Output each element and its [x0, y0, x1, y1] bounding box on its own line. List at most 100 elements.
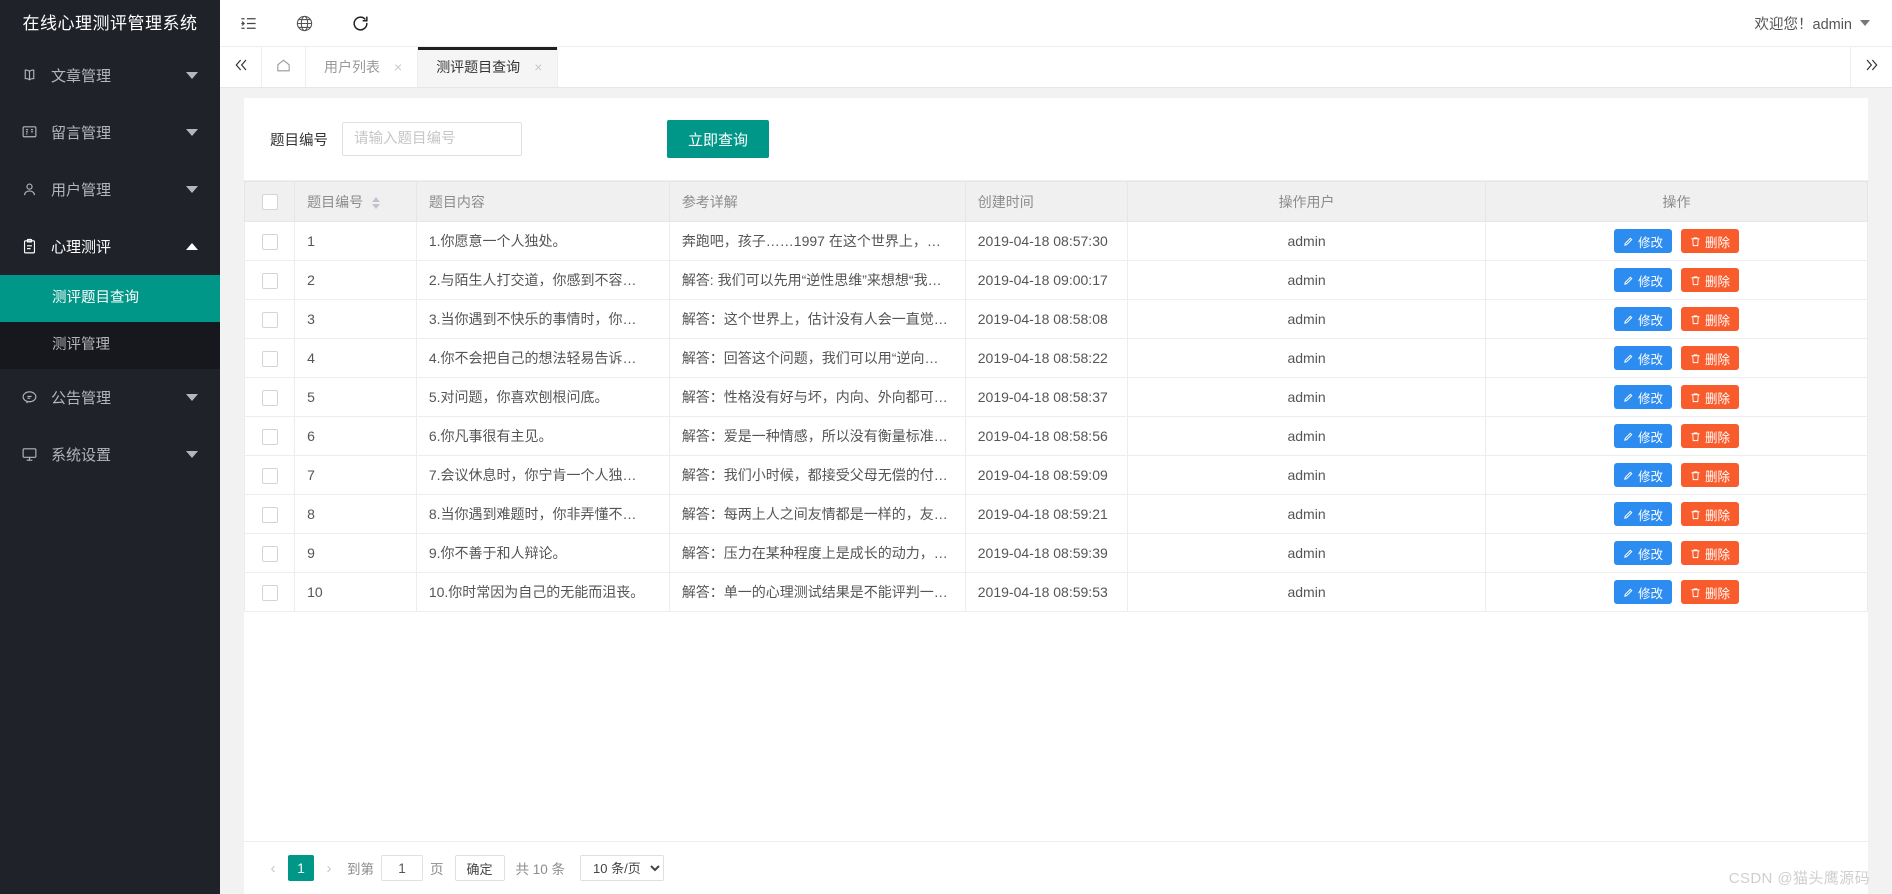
delete-button[interactable]: 删除 — [1681, 229, 1740, 253]
user-greeting: 欢迎您！admin — [1754, 16, 1853, 33]
sidebar-subitem-assessment-manage[interactable]: 测评管理 — [0, 322, 220, 369]
row-checkbox[interactable] — [261, 350, 278, 367]
row-checkbox[interactable] — [261, 272, 278, 289]
table-row[interactable]: 8 8.当你遇到难题时，你非弄懂不… 解答：每两上人之间友情都是一样的，友… 2019… — [244, 494, 1868, 534]
page-size-select[interactable]: 10 条/页20 条/页30 条/页50 条/页 — [580, 855, 665, 881]
tab-label: 测评题目查询 — [436, 59, 521, 75]
table-row[interactable]: 4 4.你不会把自己的想法轻易告诉… 解答：回答这个问题，我们可以用“逆向… 2019… — [244, 338, 1868, 378]
delete-button[interactable]: 删除 — [1681, 307, 1740, 331]
sidebar-item-system-settings[interactable]: 系统设置 — [0, 426, 220, 483]
table-row[interactable]: 9 9.你不善于和人辩论。 解答：压力在某种程度上是成长的动力，… 2019-04-1… — [244, 533, 1868, 573]
column-header-id[interactable]: 题目编号 — [294, 181, 417, 222]
edit-button[interactable]: 修改 — [1614, 268, 1673, 292]
sidebar-item-psych-assessment[interactable]: 心理测评 — [0, 218, 220, 275]
row-checkbox[interactable] — [261, 428, 278, 445]
edit-button[interactable]: 修改 — [1614, 502, 1673, 526]
cell-detail: 解答：每两上人之间友情都是一样的，友… — [669, 494, 966, 534]
table-row[interactable]: 5 5.对问题，你喜欢刨根问底。 解答：性格没有好与坏，内向、外向都可… 2019-0… — [244, 377, 1868, 417]
table-row[interactable]: 7 7.会议休息时，你宁肯一个人独… 解答：我们小时候，都接受父母无偿的付… 2019… — [244, 455, 1868, 495]
cell-operator: admin — [1127, 416, 1487, 456]
refresh-button[interactable] — [332, 0, 388, 47]
delete-button-label: 删除 — [1705, 274, 1731, 289]
cell-content: 5.对问题，你喜欢刨根问底。 — [416, 377, 670, 417]
edit-button[interactable]: 修改 — [1614, 541, 1673, 565]
sidebar-item-articles[interactable]: 文章管理 — [0, 47, 220, 104]
delete-button[interactable]: 删除 — [1681, 346, 1740, 370]
user-menu[interactable]: 欢迎您！admin — [1745, 0, 1892, 47]
close-icon[interactable]: × — [534, 60, 542, 74]
sort-toggle-icon[interactable] — [372, 196, 380, 209]
row-checkbox[interactable] — [261, 389, 278, 406]
cell-operator: admin — [1127, 494, 1487, 534]
cell-id: 5 — [294, 377, 417, 417]
edit-button[interactable]: 修改 — [1614, 307, 1673, 331]
tab-question-query[interactable]: 测评题目查询 × — [418, 47, 559, 87]
select-all-checkbox[interactable] — [261, 194, 278, 211]
sidebar-item-announcements[interactable]: 公告管理 — [0, 369, 220, 426]
sidebar-item-messages[interactable]: 留言管理 — [0, 104, 220, 161]
goto-page-input[interactable] — [381, 855, 423, 881]
pencil-icon — [1623, 470, 1634, 481]
question-id-input[interactable] — [342, 122, 522, 156]
sidebar-subitem-question-query[interactable]: 测评题目查询 — [0, 275, 220, 322]
cell-detail: 解答：回答这个问题，我们可以用“逆向… — [669, 338, 966, 378]
tab-strip: 用户列表 × 测评题目查询 × — [220, 47, 1892, 88]
chevron-down-icon — [186, 72, 198, 79]
edit-button[interactable]: 修改 — [1614, 424, 1673, 448]
chevron-right-icon[interactable]: › — [318, 855, 340, 881]
tabs-scroll-right-button[interactable] — [1850, 47, 1892, 87]
chat-bubble-icon — [18, 387, 40, 409]
edit-button[interactable]: 修改 — [1614, 463, 1673, 487]
delete-button[interactable]: 删除 — [1681, 385, 1740, 409]
delete-button-label: 删除 — [1705, 430, 1731, 445]
sidebar-item-users[interactable]: 用户管理 — [0, 161, 220, 218]
tab-home-button[interactable] — [262, 47, 306, 87]
goto-suffix-label: 页 — [430, 862, 444, 877]
cell-id: 6 — [294, 416, 417, 456]
delete-button[interactable]: 删除 — [1681, 268, 1740, 292]
row-select-cell — [244, 377, 296, 417]
page-number-1[interactable]: 1 — [288, 855, 314, 881]
delete-button-label: 删除 — [1705, 313, 1731, 328]
edit-button[interactable]: 修改 — [1614, 580, 1673, 604]
menu-toggle-button[interactable] — [220, 0, 276, 47]
trash-icon — [1690, 509, 1701, 520]
column-header-actions: 操作 — [1485, 181, 1868, 222]
goto-confirm-button[interactable]: 确定 — [454, 855, 505, 881]
delete-button[interactable]: 删除 — [1681, 580, 1740, 604]
edit-button-label: 修改 — [1638, 274, 1664, 289]
table-row[interactable]: 6 6.你凡事很有主见。 解答：爱是一种情感，所以没有衡量标准… 2019-04-18… — [244, 416, 1868, 456]
table-row[interactable]: 10 10.你时常因为自己的无能而沮丧。 解答：单一的心理测试结果是不能评判一… 20… — [244, 572, 1868, 612]
column-header-detail: 参考详解 — [669, 181, 966, 222]
edit-button[interactable]: 修改 — [1614, 385, 1673, 409]
row-checkbox[interactable] — [261, 584, 278, 601]
delete-button[interactable]: 删除 — [1681, 463, 1740, 487]
cell-content: 8.当你遇到难题时，你非弄懂不… — [416, 494, 670, 534]
double-chevron-left-icon — [233, 57, 249, 78]
chevron-down-icon — [1860, 20, 1870, 26]
chevron-left-icon[interactable]: ‹ — [262, 855, 284, 881]
edit-button[interactable]: 修改 — [1614, 346, 1673, 370]
row-checkbox[interactable] — [261, 506, 278, 523]
row-checkbox[interactable] — [261, 311, 278, 328]
search-submit-button[interactable]: 立即查询 — [667, 120, 770, 158]
close-icon[interactable]: × — [394, 60, 402, 74]
tab-label: 用户列表 — [324, 59, 380, 75]
delete-button[interactable]: 删除 — [1681, 424, 1740, 448]
trash-icon — [1690, 275, 1701, 286]
delete-button-label: 删除 — [1705, 547, 1731, 562]
row-checkbox[interactable] — [261, 233, 278, 250]
edit-button[interactable]: 修改 — [1614, 229, 1673, 253]
row-checkbox[interactable] — [261, 545, 278, 562]
delete-button[interactable]: 删除 — [1681, 502, 1740, 526]
sidebar-item-label: 系统设置 — [51, 447, 112, 464]
language-button[interactable] — [276, 0, 332, 47]
table-row[interactable]: 2 2.与陌生人打交道，你感到不容… 解答: 我们可以先用“逆性思维”来想想“我… 2… — [244, 260, 1868, 300]
tabs-scroll-left-button[interactable] — [220, 47, 262, 87]
table-row[interactable]: 3 3.当你遇到不快乐的事情时，你… 解答：这个世界上，估计没有人会一直觉… 2019… — [244, 299, 1868, 339]
delete-button-label: 删除 — [1705, 586, 1731, 601]
table-row[interactable]: 1 1.你愿意一个人独处。 奔跑吧，孩子……1997 在这个世界上，也… 2019-0… — [244, 221, 1868, 261]
tab-user-list[interactable]: 用户列表 × — [306, 47, 419, 87]
row-checkbox[interactable] — [261, 467, 278, 484]
delete-button[interactable]: 删除 — [1681, 541, 1740, 565]
